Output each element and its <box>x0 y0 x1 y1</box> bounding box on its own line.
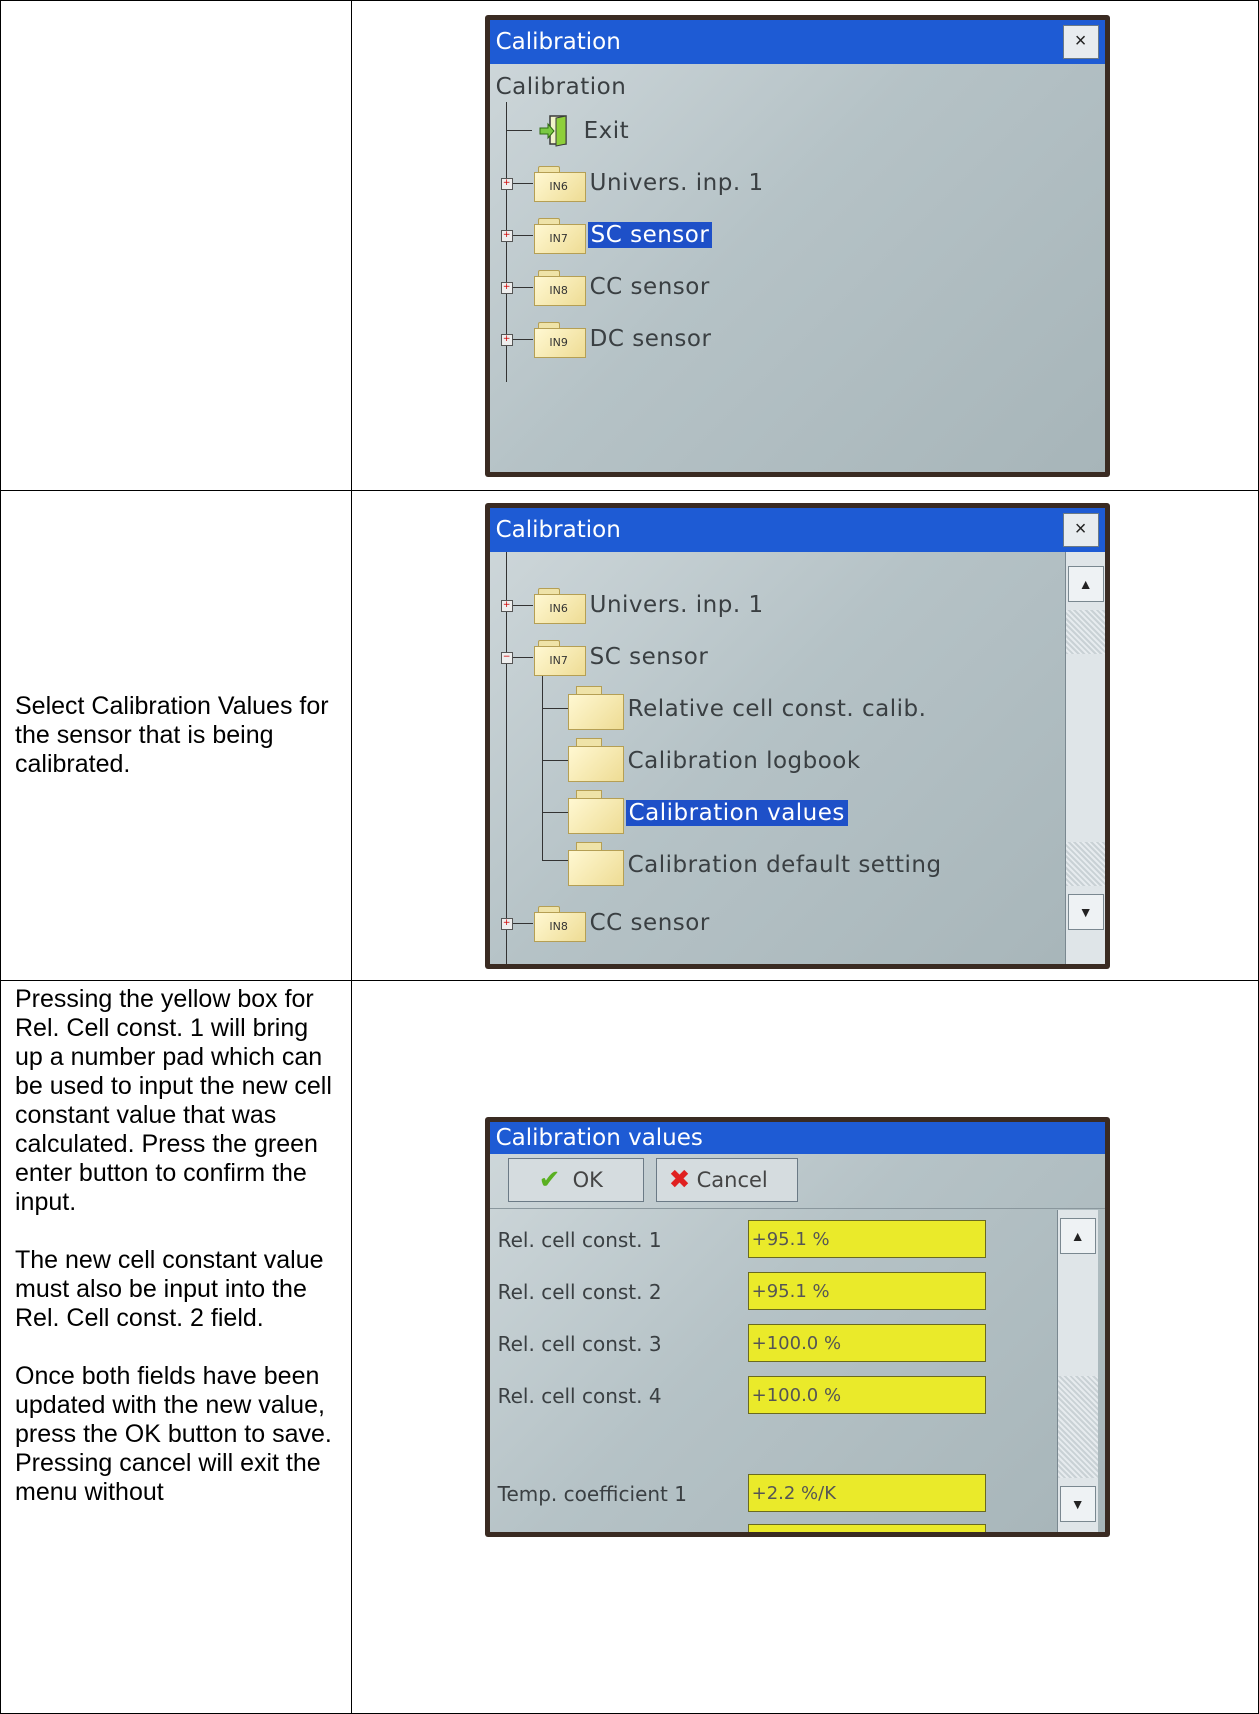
tree-root: Calibration <box>495 74 627 100</box>
rel-cell-const-1-field[interactable]: +95.1 % <box>747 1220 986 1258</box>
folder-icon: IN9 <box>533 322 586 358</box>
tree-branch <box>541 760 568 761</box>
instruction-text: Select Calibration Values for the sensor… <box>15 692 329 778</box>
rel-cell-const-3-field[interactable]: +100.0 % <box>747 1324 986 1362</box>
scrollbar[interactable]: ▲ ▼ <box>1056 1210 1098 1532</box>
field-label: Rel. cell const. 3 <box>497 1332 662 1356</box>
tree-item-univers-inp-1[interactable]: Univers. inp. 1 <box>590 170 764 196</box>
cancel-button[interactable]: ✖ Cancel <box>655 1158 798 1202</box>
tree-branch <box>541 708 568 709</box>
tree-item-exit[interactable]: Exit <box>584 118 630 144</box>
expand-icon[interactable]: + <box>500 178 513 190</box>
scroll-track-upper <box>1065 610 1105 654</box>
row3-image-cell: Calibration values ✔ OK ✖ Cancel Rel. ce… <box>350 980 1259 1714</box>
tree-branch <box>512 657 533 658</box>
scroll-up-button[interactable]: ▲ <box>1067 566 1104 602</box>
field-label: Rel. cell const. 4 <box>497 1384 662 1408</box>
tree-item-dc-sensor[interactable]: DC sensor <box>590 326 712 352</box>
tree-branch <box>512 923 533 924</box>
scrollbar[interactable]: ▲ ▼ <box>1064 552 1105 964</box>
row2-image-cell: Calibration × + IN6 Univers. inp. 1 − IN… <box>350 490 1259 981</box>
expand-icon[interactable]: + <box>500 334 513 346</box>
close-button[interactable]: × <box>1062 25 1099 59</box>
expand-icon[interactable]: + <box>500 600 513 612</box>
tree-branch <box>505 130 532 131</box>
scroll-up-button[interactable]: ▲ <box>1059 1218 1096 1254</box>
folder-icon: IN8 <box>533 906 586 942</box>
expand-icon[interactable]: + <box>500 230 513 242</box>
tree-branch <box>512 235 533 236</box>
tree-item-calibration-values[interactable]: Calibration values <box>625 800 848 826</box>
tree-item-calibration-logbook[interactable]: Calibration logbook <box>628 748 861 774</box>
calibration-screen-2: Calibration × + IN6 Univers. inp. 1 − IN… <box>484 503 1110 969</box>
folder-icon <box>567 738 624 782</box>
tree-line <box>505 552 507 964</box>
row3-text-cell: Pressing the yellow box for Rel. Cell co… <box>0 980 352 1714</box>
exit-icon[interactable] <box>538 114 574 148</box>
tree-branch <box>512 183 533 184</box>
temp-coefficient-1-field[interactable]: +2.2 %/K <box>747 1474 986 1512</box>
folder-icon <box>567 842 624 886</box>
window-title: Calibration values <box>489 1122 1105 1154</box>
tree-item-cc-sensor[interactable]: CC sensor <box>590 274 710 300</box>
calibration-screen-1: Calibration × Calibration Exit + IN6 Uni… <box>484 15 1110 477</box>
scroll-down-button[interactable]: ▼ <box>1067 894 1104 930</box>
field-label: Temp. coefficient 1 <box>497 1482 687 1506</box>
window-title: Calibration <box>489 508 1105 552</box>
window-title: Calibration <box>489 20 1105 64</box>
expand-icon[interactable]: + <box>500 282 513 294</box>
folder-icon <box>567 790 624 834</box>
x-icon: ✖ <box>668 1165 691 1195</box>
scroll-track-lower <box>1065 842 1105 886</box>
scroll-track-lower <box>1057 1376 1098 1478</box>
divider <box>489 1208 1105 1209</box>
folder-icon: IN7 <box>533 640 586 676</box>
tree-item-sc-sensor[interactable]: SC sensor <box>590 644 709 670</box>
folder-icon <box>567 686 624 730</box>
row1-text-cell <box>0 0 352 491</box>
tree-branch <box>512 287 533 288</box>
instruction-text: Pressing the yellow box for Rel. Cell co… <box>15 985 332 1506</box>
close-button[interactable]: × <box>1062 513 1099 547</box>
scroll-down-button[interactable]: ▼ <box>1059 1486 1096 1522</box>
tree-item-relative-cell-const-calib[interactable]: Relative cell const. calib. <box>628 696 927 722</box>
tree-item-sc-sensor[interactable]: SC sensor <box>587 222 713 248</box>
row1-image-cell: Calibration × Calibration Exit + IN6 Uni… <box>350 0 1259 491</box>
calibration-values-screen: Calibration values ✔ OK ✖ Cancel Rel. ce… <box>484 1117 1110 1537</box>
check-icon: ✔ <box>538 1165 561 1195</box>
rel-cell-const-2-field[interactable]: +95.1 % <box>747 1272 986 1310</box>
expand-icon[interactable]: + <box>500 918 513 930</box>
folder-icon: IN6 <box>533 166 586 202</box>
tree-item-cc-sensor[interactable]: CC sensor <box>590 910 710 936</box>
row2-text-cell: Select Calibration Values for the sensor… <box>0 490 352 981</box>
collapse-icon[interactable]: − <box>500 652 513 664</box>
field-label: Rel. cell const. 2 <box>497 1280 662 1304</box>
tree-item-calibration-default-setting[interactable]: Calibration default setting <box>628 852 942 878</box>
folder-icon: IN8 <box>533 270 586 306</box>
folder-icon: IN6 <box>533 588 586 624</box>
instruction-table: Calibration × Calibration Exit + IN6 Uni… <box>0 0 1259 1714</box>
tree-branch <box>541 812 568 813</box>
tree-item-univers-inp-1[interactable]: Univers. inp. 1 <box>590 592 764 618</box>
next-field-partial[interactable] <box>747 1524 986 1532</box>
tree-branch <box>512 339 533 340</box>
field-label: Rel. cell const. 1 <box>497 1228 662 1252</box>
tree-branch <box>512 605 533 606</box>
rel-cell-const-4-field[interactable]: +100.0 % <box>747 1376 986 1414</box>
ok-button[interactable]: ✔ OK <box>507 1158 644 1202</box>
tree-branch <box>541 860 568 861</box>
folder-icon: IN7 <box>533 218 586 254</box>
tree-line <box>541 676 543 860</box>
